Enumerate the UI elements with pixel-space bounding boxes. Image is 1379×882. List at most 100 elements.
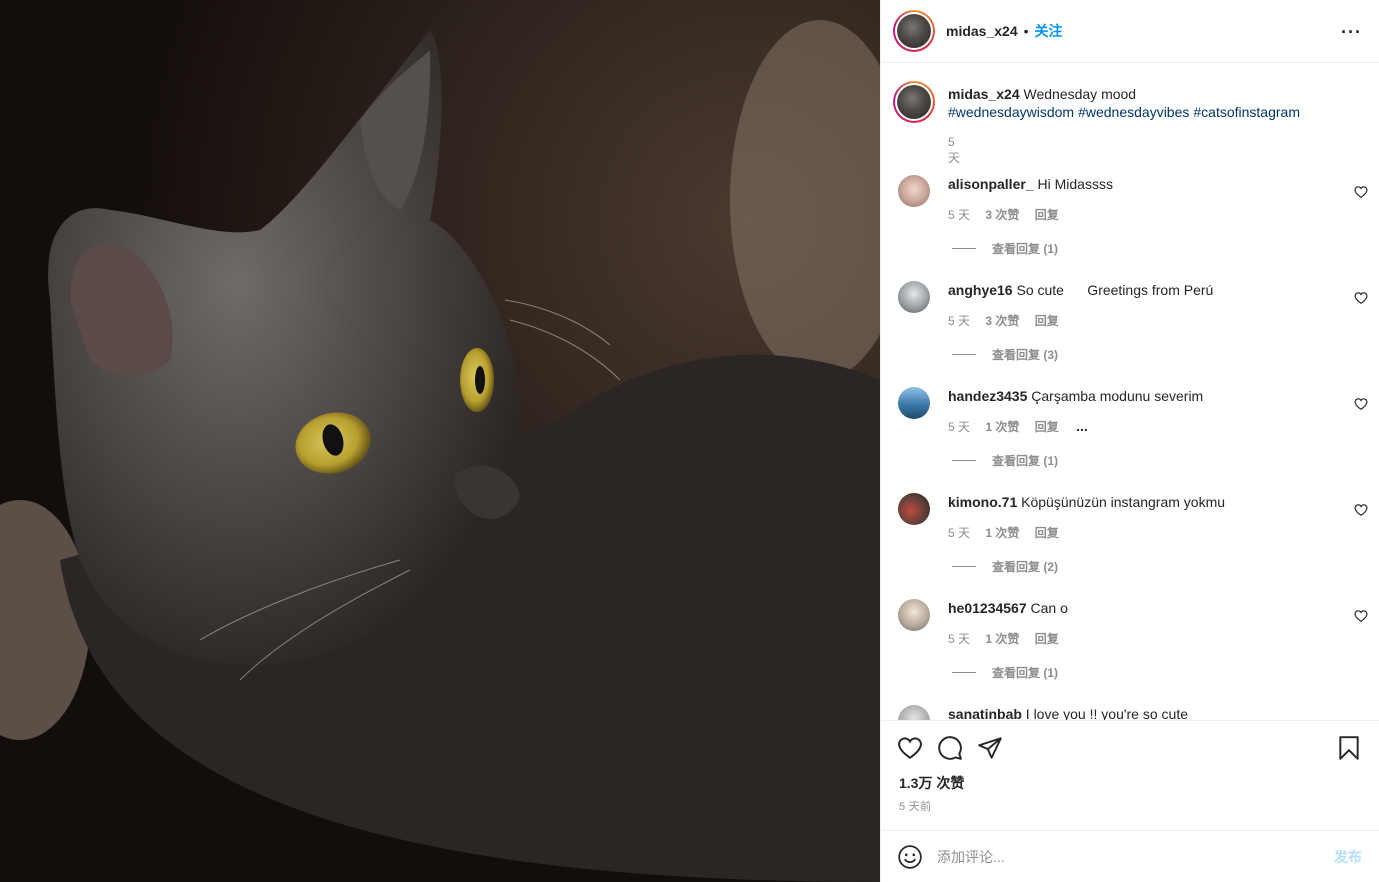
- comment-item: alisonpaller_ Hi Midassss 5 天 3 次赞 回复 查看…: [898, 175, 1368, 275]
- commenter-username[interactable]: he01234567: [948, 600, 1027, 616]
- caption-body: Wednesday mood: [1023, 86, 1137, 102]
- comment-text: kimono.71 Köpüşünüzün instangram yokmu: [948, 493, 1225, 511]
- commenter-username[interactable]: anghye16: [948, 282, 1013, 298]
- commenter-avatar[interactable]: [898, 493, 930, 525]
- more-options-icon[interactable]: ···: [1341, 22, 1362, 43]
- commenter-avatar[interactable]: [898, 281, 930, 313]
- like-comment-heart-icon[interactable]: [1354, 397, 1368, 411]
- comment-time: 5 天: [948, 632, 971, 646]
- reply-button[interactable]: 回复: [1035, 420, 1059, 434]
- view-replies-label: 查看回复 (1): [992, 242, 1059, 256]
- like-comment-heart-icon[interactable]: [1354, 609, 1368, 623]
- add-comment-bar: 发布: [881, 830, 1379, 882]
- comment-likes[interactable]: 3 次赞: [985, 314, 1019, 328]
- view-replies-button[interactable]: 查看回复 (1): [952, 452, 1058, 469]
- comment-time: 5 天: [948, 420, 971, 434]
- commenter-username[interactable]: sanatinbab: [948, 706, 1022, 720]
- post-timestamp: 5 天前: [899, 801, 932, 813]
- post-image[interactable]: [0, 0, 880, 882]
- commenter-username[interactable]: alisonpaller_: [948, 176, 1034, 192]
- like-comment-heart-icon[interactable]: [1354, 291, 1368, 305]
- hashtag-link[interactable]: #catsofinstagram: [1193, 104, 1300, 120]
- comment-likes[interactable]: 1 次赞: [985, 526, 1019, 540]
- comment-text: anghye16 So cute Greetings from Perú: [948, 281, 1213, 299]
- save-bookmark-icon[interactable]: [1336, 735, 1362, 761]
- reply-button[interactable]: 回复: [1035, 526, 1059, 540]
- divider-line: [952, 672, 976, 673]
- comment-text: sanatinbab I love you !! you're so cute: [948, 705, 1188, 720]
- view-replies-button[interactable]: 查看回复 (2): [952, 558, 1058, 575]
- separator-dot: •: [1023, 23, 1029, 39]
- view-replies-label: 查看回复 (2): [992, 560, 1059, 574]
- view-replies-label: 查看回复 (1): [992, 666, 1059, 680]
- follow-button[interactable]: 关注: [1035, 21, 1063, 41]
- author-username[interactable]: midas_x24: [946, 23, 1018, 39]
- commenter-avatar[interactable]: [898, 387, 930, 419]
- like-comment-heart-icon[interactable]: [1354, 185, 1368, 199]
- comment-item: kimono.71 Köpüşünüzün instangram yokmu 5…: [898, 493, 1368, 593]
- comment-body: Çarşamba modunu severim: [1031, 388, 1204, 404]
- commenter-avatar[interactable]: [898, 705, 930, 720]
- comment-time: 5 天: [948, 208, 971, 222]
- comment-body: Can o: [1030, 600, 1068, 616]
- comment-body: Köpüşünüzün instangram yokmu: [1021, 494, 1226, 510]
- commenter-avatar[interactable]: [898, 175, 930, 207]
- comment-item: sanatinbab I love you !! you're so cute: [898, 705, 1368, 720]
- reply-button[interactable]: 回复: [1035, 314, 1059, 328]
- view-replies-label: 查看回复 (3): [992, 348, 1059, 362]
- comment-meta: 5 天 3 次赞 回复: [948, 206, 1071, 223]
- comment-body: Hi Midassss: [1037, 176, 1113, 192]
- comment-input[interactable]: [937, 848, 1297, 865]
- comment-meta: 5 天 1 次赞 回复: [948, 524, 1071, 541]
- publish-button[interactable]: 发布: [1334, 847, 1362, 867]
- comment-meta: 5 天 1 次赞 回复: [948, 630, 1071, 647]
- action-bar: 1.3万 次赞 5 天前: [881, 720, 1379, 830]
- caption-timestamp: 5 天: [948, 135, 961, 165]
- share-paper-plane-icon[interactable]: [977, 735, 1003, 761]
- comment-bubble-icon[interactable]: [937, 735, 963, 761]
- comment-options-icon[interactable]: ...: [1076, 418, 1088, 434]
- comment-body: I love you !! you're so cute: [1025, 706, 1188, 720]
- comment-item: handez3435 Çarşamba modunu severim 5 天 1…: [898, 387, 1368, 487]
- author-avatar[interactable]: [893, 10, 935, 52]
- comment-text: he01234567 Can o: [948, 599, 1068, 617]
- comments-list[interactable]: midas_x24 Wednesday mood #wednesdaywisdo…: [881, 63, 1379, 720]
- commenter-avatar[interactable]: [898, 599, 930, 631]
- view-replies-button[interactable]: 查看回复 (1): [952, 240, 1058, 257]
- caption-text: midas_x24 Wednesday mood #wednesdaywisdo…: [948, 85, 1348, 121]
- comment-likes[interactable]: 1 次赞: [985, 420, 1019, 434]
- comment-likes[interactable]: 1 次赞: [985, 632, 1019, 646]
- comment-body: So cute Greetings from Perú: [1016, 282, 1214, 298]
- like-count[interactable]: 1.3万 次赞: [899, 773, 964, 793]
- comment-time: 5 天: [948, 526, 971, 540]
- hashtag-link[interactable]: #wednesdayvibes: [1078, 104, 1189, 120]
- caption-avatar[interactable]: [893, 81, 935, 123]
- caption-username[interactable]: midas_x24: [948, 86, 1020, 102]
- comment-likes[interactable]: 3 次赞: [985, 208, 1019, 222]
- reply-button[interactable]: 回复: [1035, 208, 1059, 222]
- comment-meta: 5 天 3 次赞 回复: [948, 312, 1071, 329]
- reply-button[interactable]: 回复: [1035, 632, 1059, 646]
- divider-line: [952, 248, 976, 249]
- divider-line: [952, 354, 976, 355]
- post-dialog: midas_x24 • 关注 ··· midas_x24 Wednesday m…: [0, 0, 1379, 882]
- emoji-smiley-icon[interactable]: [897, 844, 923, 870]
- comment-item: he01234567 Can o 5 天 1 次赞 回复 查看回复 (1): [898, 599, 1368, 699]
- view-replies-label: 查看回复 (1): [992, 454, 1059, 468]
- caption-hashtags: #wednesdaywisdom #wednesdayvibes #catsofin…: [948, 103, 1348, 121]
- comment-text: handez3435 Çarşamba modunu severim: [948, 387, 1203, 405]
- comment-item: anghye16 So cute Greetings from Perú 5 天…: [898, 281, 1368, 381]
- cat-photo: [0, 0, 880, 882]
- view-replies-button[interactable]: 查看回复 (3): [952, 346, 1058, 363]
- commenter-username[interactable]: handez3435: [948, 388, 1027, 404]
- view-replies-button[interactable]: 查看回复 (1): [952, 664, 1058, 681]
- like-comment-heart-icon[interactable]: [1354, 503, 1368, 517]
- commenter-username[interactable]: kimono.71: [948, 494, 1017, 510]
- comment-text: alisonpaller_ Hi Midassss: [948, 175, 1113, 193]
- divider-line: [952, 460, 976, 461]
- hashtag-link[interactable]: #wednesdaywisdom: [948, 104, 1074, 120]
- comment-time: 5 天: [948, 314, 971, 328]
- like-heart-icon[interactable]: [897, 735, 923, 761]
- comment-meta: 5 天 1 次赞 回复 ...: [948, 418, 1100, 435]
- divider-line: [952, 566, 976, 567]
